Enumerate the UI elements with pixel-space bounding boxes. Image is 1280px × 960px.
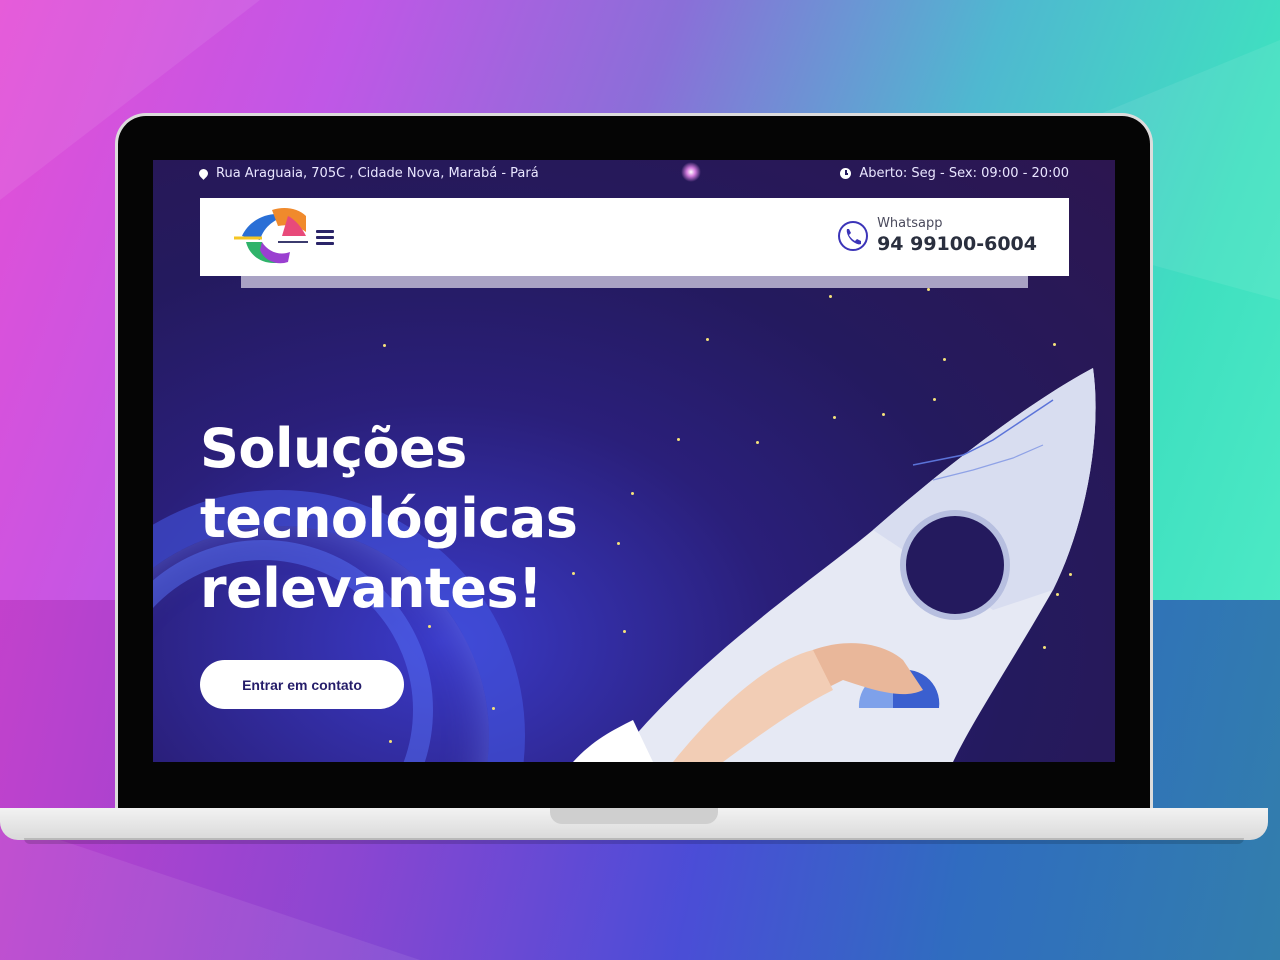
whatsapp-label: Whatsapp (877, 216, 943, 231)
hours-text: Aberto: Seg - Sex: 09:00 - 20:00 (859, 166, 1069, 181)
site-header: Whatsapp 94 99100-6004 (200, 198, 1069, 276)
hero-headline: Soluções tecnológicas relevantes! (200, 414, 620, 624)
hours-block: Aberto: Seg - Sex: 09:00 - 20:00 (840, 166, 1069, 181)
top-info-bar: Rua Araguaia, 705C , Cidade Nova, Marabá… (153, 160, 1115, 188)
address-block: Rua Araguaia, 705C , Cidade Nova, Marabá… (197, 166, 539, 181)
clock-icon (840, 168, 852, 179)
whatsapp-number[interactable]: 94 99100-6004 (877, 232, 1037, 256)
contact-button[interactable]: Entrar em contato (200, 660, 404, 709)
hero-line-1: Soluções (200, 417, 467, 480)
star (389, 740, 392, 743)
hero-line-3: relevantes! (200, 557, 543, 620)
star (1053, 343, 1056, 346)
navbar-shadow-strip (241, 276, 1028, 288)
star (428, 625, 431, 628)
whatsapp-contact[interactable]: Whatsapp 94 99100-6004 (837, 216, 1037, 256)
hamburger-menu-icon[interactable] (316, 230, 334, 245)
address-text: Rua Araguaia, 705C , Cidade Nova, Marabá… (216, 166, 539, 181)
whatsapp-text: Whatsapp 94 99100-6004 (877, 216, 1037, 256)
hero-line-2: tecnológicas (200, 487, 578, 550)
company-logo[interactable] (232, 206, 310, 268)
laptop-shadow (24, 838, 1244, 844)
star (829, 295, 832, 298)
laptop-notch (550, 808, 718, 824)
rocket-illustration (573, 368, 1096, 762)
star (492, 707, 495, 710)
star (927, 288, 930, 291)
website-screen: Rua Araguaia, 705C , Cidade Nova, Marabá… (153, 160, 1115, 762)
star (383, 344, 386, 347)
star (706, 338, 709, 341)
map-pin-icon (197, 167, 210, 180)
phone-icon (838, 221, 869, 251)
